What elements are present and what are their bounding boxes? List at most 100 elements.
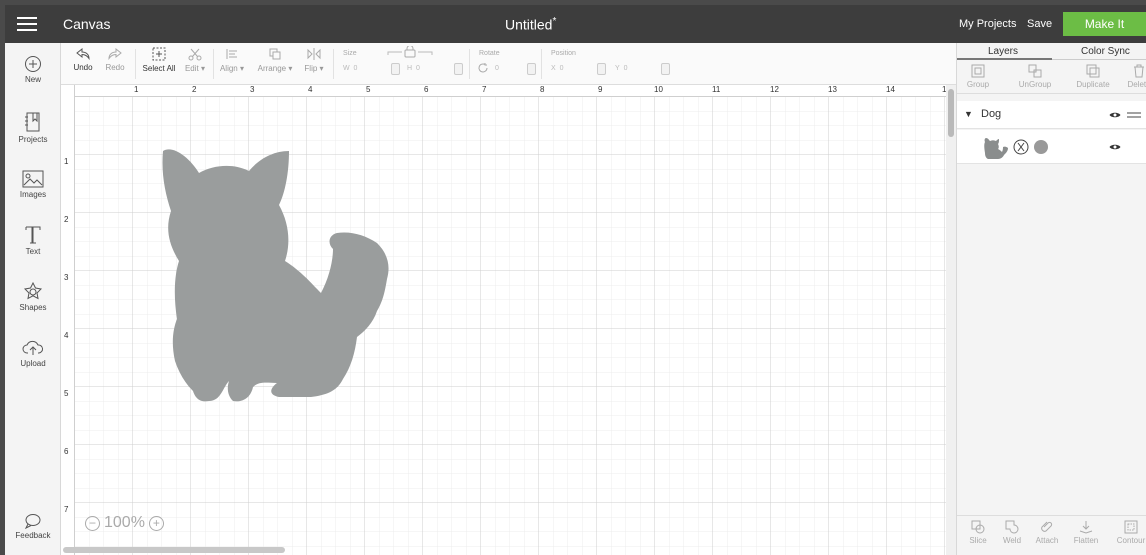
edit-dropdown[interactable]: Edit ▾ [183, 47, 207, 73]
eye-icon[interactable] [1109, 111, 1121, 119]
ungroup-button[interactable]: UnGroup [1015, 64, 1055, 89]
duplicate-button[interactable]: Duplicate [1073, 64, 1113, 89]
attach-button[interactable]: Attach [1031, 520, 1063, 545]
sidebar-item-label: New [24, 75, 41, 84]
redo-button[interactable]: Redo [101, 48, 129, 72]
cut-linetype-icon[interactable] [1013, 139, 1029, 155]
sidebar-item-label: Images [19, 190, 47, 199]
drag-handle-icon[interactable] [1127, 111, 1141, 119]
ruler-label: 2 [192, 85, 197, 94]
undo-button[interactable]: Undo [69, 48, 97, 72]
layer-toolbar: Group UnGroup Duplicate Delete [957, 60, 1146, 94]
ruler-label: 1 [64, 157, 69, 166]
sidebar-item-upload[interactable]: Upload [5, 339, 61, 368]
tab-layers[interactable]: Layers [988, 46, 1018, 57]
zoom-in-button[interactable]: + [148, 515, 164, 531]
flip-dropdown[interactable]: Flip ▾ [303, 47, 325, 73]
select-all-button[interactable]: Select All [141, 47, 177, 73]
sidebar-item-text[interactable]: Text [5, 225, 61, 256]
feedback-button[interactable]: Feedback [5, 513, 61, 540]
y-stepper[interactable] [661, 63, 670, 75]
zoom-control: − 100% + [85, 511, 164, 535]
group-button[interactable]: Group [965, 64, 991, 89]
ruler-label: 8 [540, 85, 545, 94]
slice-button[interactable]: Slice [963, 520, 993, 545]
layer-thumbnail [984, 138, 1008, 159]
toolbar-divider [469, 49, 470, 79]
flatten-button[interactable]: Flatten [1069, 520, 1103, 545]
group-label: Group [966, 80, 990, 89]
app-title: Canvas [63, 16, 111, 32]
sidebar-item-images[interactable]: Images [5, 170, 61, 199]
weld-button[interactable]: Weld [997, 520, 1027, 545]
ruler-label: 6 [424, 85, 429, 94]
design-canvas[interactable]: 1 2 3 4 5 6 7 8 9 10 11 12 13 14 1 1 2 3… [61, 85, 946, 555]
chevron-down-icon: ▾ [317, 64, 324, 73]
my-projects-link[interactable]: My Projects [959, 18, 1016, 30]
layer-row[interactable] [957, 130, 1146, 164]
horizontal-scrollbar[interactable] [63, 547, 285, 553]
height-field[interactable]: H 0 [407, 65, 420, 72]
make-it-button[interactable]: Make It [1063, 12, 1146, 36]
width-stepper[interactable] [391, 63, 400, 75]
dog-silhouette[interactable] [151, 143, 401, 405]
ruler-label: 6 [64, 447, 69, 456]
top-bar: Canvas Untitled* My Projects Save Make I… [5, 5, 1146, 43]
ruler-label: 4 [308, 85, 313, 94]
expand-arrow-icon[interactable]: ▼ [964, 109, 973, 119]
ruler-label: 7 [64, 505, 69, 514]
scissors-icon [188, 48, 202, 61]
sidebar-item-label: Projects [18, 135, 48, 144]
layers-panel: Layers Color Sync Group UnGroup Duplicat… [956, 43, 1146, 555]
edit-toolbar: Undo Redo Select All Edit ▾ Align ▾ Arra… [61, 43, 956, 85]
arrange-dropdown[interactable]: Arrange ▾ [257, 47, 293, 73]
zoom-level: 100% [104, 514, 145, 531]
contour-button[interactable]: Contour [1111, 520, 1146, 545]
height-value: 0 [415, 65, 420, 72]
upload-icon [22, 340, 43, 355]
menu-icon[interactable] [17, 17, 37, 31]
height-stepper[interactable] [454, 63, 463, 75]
sidebar-item-label: Shapes [19, 303, 47, 312]
ruler-label: 9 [598, 85, 603, 94]
duplicate-label: Duplicate [1076, 80, 1110, 89]
flip-icon [307, 48, 321, 60]
lock-icon[interactable] [386, 46, 434, 58]
sidebar-item-projects[interactable]: Projects [5, 111, 61, 144]
plus-circle-icon [25, 56, 41, 72]
undo-label: Undo [73, 63, 93, 72]
weld-icon [1005, 520, 1019, 534]
eye-icon[interactable] [1109, 143, 1121, 151]
width-field[interactable]: W 0 [343, 65, 357, 72]
ruler-label: 7 [482, 85, 487, 94]
width-label: W [343, 65, 350, 72]
size-label: Size [343, 50, 357, 57]
delete-button[interactable]: Delete [1119, 64, 1146, 89]
feedback-label: Feedback [15, 531, 51, 540]
y-value: 0 [623, 65, 628, 72]
rotate-label: Rotate [479, 50, 500, 57]
align-dropdown[interactable]: Align ▾ [219, 47, 245, 73]
ruler-label: 4 [64, 331, 69, 340]
color-swatch-icon[interactable] [1033, 139, 1049, 155]
save-button[interactable]: Save [1027, 18, 1052, 30]
group-name: Dog [981, 108, 1002, 120]
x-stepper[interactable] [597, 63, 606, 75]
layer-group-row[interactable]: ▼ Dog [957, 101, 1146, 129]
sidebar-item-new[interactable]: New [5, 55, 61, 84]
rotate-value[interactable]: 0 [495, 65, 499, 72]
projects-icon [25, 112, 40, 132]
flatten-label: Flatten [1073, 536, 1099, 545]
delete-label: Delete [1127, 80, 1146, 89]
vertical-scrollbar[interactable] [948, 89, 954, 137]
paperclip-icon [1041, 521, 1053, 532]
x-field[interactable]: X 0 [551, 65, 563, 72]
trash-icon [1134, 64, 1144, 78]
toolbar-divider [541, 49, 542, 79]
rotate-stepper[interactable] [527, 63, 536, 75]
y-field[interactable]: Y 0 [615, 65, 627, 72]
zoom-out-button[interactable]: − [85, 515, 100, 531]
tab-color-sync[interactable]: Color Sync [1081, 46, 1130, 57]
ruler-label: 14 [886, 85, 895, 94]
sidebar-item-shapes[interactable]: Shapes [5, 281, 61, 312]
